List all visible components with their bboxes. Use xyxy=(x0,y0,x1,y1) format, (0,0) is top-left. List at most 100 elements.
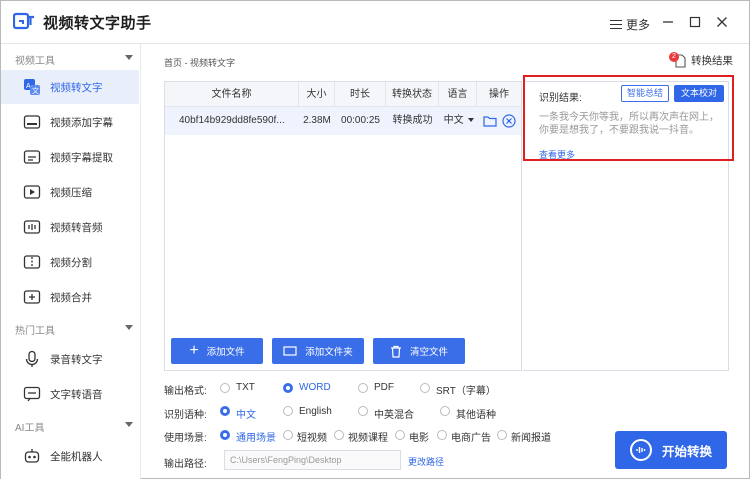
start-conversion-button[interactable]: 开始转换 xyxy=(615,431,727,469)
sidebar-item-video-to-text[interactable]: A 文 视频转文字 xyxy=(1,70,139,104)
video-to-text-icon: A 文 xyxy=(24,79,40,95)
sidebar-item-video-to-audio[interactable]: 视频转音频 xyxy=(1,210,139,244)
minimize-icon[interactable] xyxy=(660,14,676,30)
option-txt: TXT xyxy=(236,382,255,393)
radio-txt[interactable] xyxy=(220,383,230,393)
file-size-cell: 2.38M xyxy=(303,115,331,126)
radio-news[interactable] xyxy=(497,430,507,440)
app-logo-icon xyxy=(13,12,34,30)
option-word: WORD xyxy=(299,382,331,393)
language-select-value: 中文 xyxy=(443,115,464,126)
clear-files-button[interactable]: 清空文件 xyxy=(373,338,465,364)
subtitle-icon xyxy=(23,115,41,129)
svg-text:文: 文 xyxy=(32,86,39,95)
output-path-field[interactable]: C:\Users\FengPing\Desktop xyxy=(224,450,401,470)
radio-word[interactable] xyxy=(283,383,293,393)
radio-english[interactable] xyxy=(283,406,293,416)
sidebar-item-video-compress[interactable]: 视频压缩 xyxy=(1,175,139,209)
maximize-icon[interactable] xyxy=(687,14,703,30)
sidebar: 视频工具 A 文 视频转文字 视频添加字幕 视频字幕提取 视频压缩 视频转音频 … xyxy=(1,44,141,479)
video-compress-icon xyxy=(23,185,41,199)
output-format-label: 输出格式: xyxy=(164,386,207,397)
column-header-language: 语言 xyxy=(439,82,477,107)
text-to-speech-icon xyxy=(23,386,41,402)
change-path-link[interactable]: 更改路径 xyxy=(408,455,444,468)
video-split-icon xyxy=(23,255,41,269)
sidebar-item-video-merge[interactable]: 视频合并 xyxy=(1,280,139,314)
option-general: 通用场景 xyxy=(236,433,276,444)
radio-mixed[interactable] xyxy=(358,406,368,416)
option-pdf: PDF xyxy=(374,382,394,393)
option-news: 新闻报道 xyxy=(511,433,551,444)
sidebar-item-subtitle-extract[interactable]: 视频字幕提取 xyxy=(1,140,139,174)
option-short-video: 短视频 xyxy=(297,433,327,444)
option-movie: 电影 xyxy=(409,433,429,444)
option-other-language: 其他语种 xyxy=(456,410,496,421)
app-window: 视频转文字助手 更多 视频工具 A 文 视频转文字 视频添加字幕 视频字幕提取 … xyxy=(0,0,750,479)
trash-icon xyxy=(390,345,401,358)
sidebar-group-hot-tools[interactable]: 热门工具 xyxy=(15,322,135,338)
column-header-actions: 操作 xyxy=(489,89,509,100)
radio-movie[interactable] xyxy=(395,430,405,440)
sidebar-item-label: 全能机器人 xyxy=(50,450,103,463)
sidebar-item-label: 视频字幕提取 xyxy=(50,151,113,164)
microphone-icon xyxy=(25,350,39,367)
caret-down-icon xyxy=(468,118,475,123)
sidebar-item-audio-to-text[interactable]: 录音转文字 xyxy=(1,342,139,376)
sidebar-item-label: 视频添加字幕 xyxy=(50,116,113,129)
sidebar-item-label: 视频合并 xyxy=(50,291,92,304)
column-header-duration: 时长 xyxy=(335,82,386,107)
breadcrumb: 首页 - 视频转文字 xyxy=(164,58,235,68)
conversion-results-label: 转换结果 xyxy=(691,55,733,67)
radio-chinese[interactable] xyxy=(220,406,230,416)
add-folder-button[interactable]: 添加文件夹 xyxy=(272,338,364,364)
option-mixed: 中英混合 xyxy=(374,410,414,421)
delete-circle-icon[interactable] xyxy=(502,114,516,128)
radio-srt[interactable] xyxy=(420,383,430,393)
more-menu-label: 更多 xyxy=(626,18,651,32)
table-header: 文件名称 大小 时长 转换状态 语言 操作 xyxy=(165,82,521,107)
sidebar-item-label: 录音转文字 xyxy=(50,353,103,366)
text-proofread-button[interactable]: 文本校对 xyxy=(674,85,724,102)
smart-summary-button[interactable]: 智能总结 xyxy=(621,85,669,102)
close-icon[interactable] xyxy=(714,14,730,30)
sidebar-item-ai-robot[interactable]: 全能机器人 xyxy=(1,439,139,473)
radio-short-video[interactable] xyxy=(283,430,293,440)
file-table: 文件名称 大小 时长 转换状态 语言 操作 40bf14b929dd8fe590… xyxy=(164,81,522,371)
output-path-label: 输出路径: xyxy=(164,459,207,470)
radio-course[interactable] xyxy=(334,430,344,440)
title-bar: 视频转文字助手 更多 xyxy=(1,1,749,44)
add-folder-label: 添加文件夹 xyxy=(305,347,353,358)
column-header-status: 转换状态 xyxy=(386,82,439,107)
chevron-down-icon xyxy=(125,55,133,60)
robot-icon xyxy=(24,449,40,463)
option-course: 视频课程 xyxy=(348,433,388,444)
radio-general[interactable] xyxy=(220,430,230,440)
sidebar-item-add-subtitles[interactable]: 视频添加字幕 xyxy=(1,105,139,139)
table-row[interactable]: 40bf14b929dd8fe590f... 2.38M 00:00:25 转换… xyxy=(165,107,521,135)
sidebar-item-video-split[interactable]: 视频分割 xyxy=(1,245,139,279)
sidebar-item-text-to-speech[interactable]: 文字转语音 xyxy=(1,377,139,411)
notification-badge: 2 xyxy=(669,52,679,62)
option-english: English xyxy=(299,406,332,417)
folder-icon xyxy=(283,346,297,356)
sidebar-group-ai-tools[interactable]: AI工具 xyxy=(15,419,135,435)
sidebar-item-label: 视频转音频 xyxy=(50,221,103,234)
folder-icon[interactable] xyxy=(483,115,497,127)
file-duration-cell: 00:00:25 xyxy=(341,115,380,126)
radio-pdf[interactable] xyxy=(358,383,368,393)
sidebar-item-label: 视频分割 xyxy=(50,256,92,269)
view-more-link[interactable]: 查看更多 xyxy=(539,148,575,161)
language-select[interactable]: 中文 xyxy=(441,107,477,135)
start-conversion-label: 开始转换 xyxy=(661,444,712,459)
radio-other-language[interactable] xyxy=(440,406,450,416)
more-menu-button[interactable]: 更多 xyxy=(610,16,650,33)
sidebar-group-video-tools[interactable]: 视频工具 xyxy=(15,52,135,68)
language-label: 识别语种: xyxy=(164,410,207,421)
file-status-cell: 转换成功 xyxy=(392,115,433,126)
radio-ecommerce[interactable] xyxy=(437,430,447,440)
column-header-name: 文件名称 xyxy=(165,82,299,107)
add-file-button[interactable]: + 添加文件 xyxy=(171,338,263,364)
sidebar-group-label: 热门工具 xyxy=(15,326,55,337)
option-ecommerce: 电商广告 xyxy=(451,433,491,444)
